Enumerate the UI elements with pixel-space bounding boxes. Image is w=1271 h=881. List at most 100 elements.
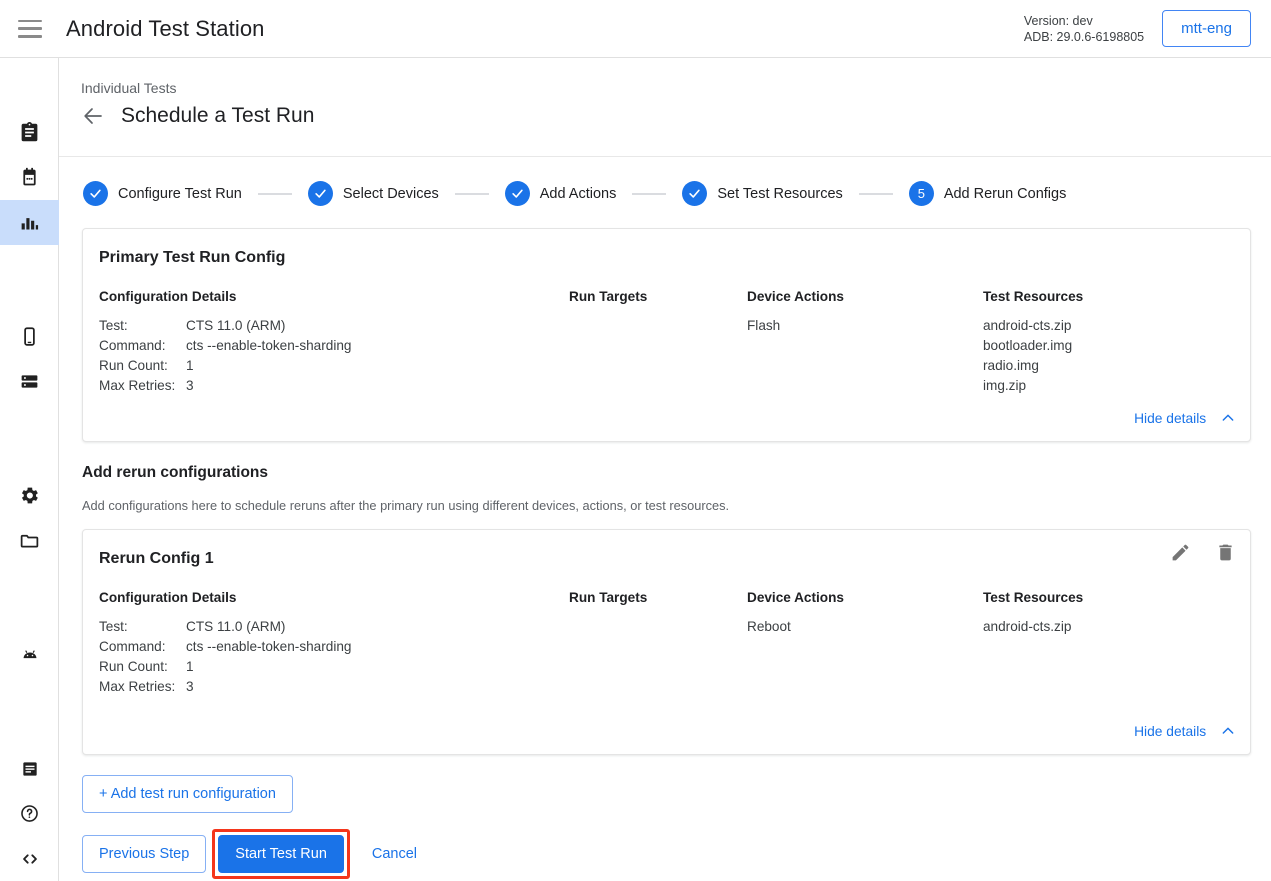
column-run-targets: Run Targets	[569, 267, 747, 396]
sidebar-item-hosts[interactable]	[0, 359, 59, 404]
test-resource-item: bootloader.img	[983, 336, 1234, 356]
sidebar-item-settings[interactable]	[0, 473, 59, 518]
detail-key: Command:	[99, 336, 186, 356]
sidebar-item-devices[interactable]	[0, 314, 59, 359]
folder-icon	[19, 530, 40, 551]
check-icon	[682, 181, 707, 206]
start-test-run-button[interactable]: Start Test Run	[218, 835, 344, 873]
sidebar-rail	[0, 58, 59, 881]
column-test-resources: Test Resources android-cts.zip	[983, 568, 1234, 697]
sidebar-item-notes[interactable]	[0, 746, 59, 791]
page-header: Individual Tests Schedule a Test Run	[59, 58, 1271, 157]
step-add-actions[interactable]: Add Actions	[505, 181, 617, 206]
page-title-row: Schedule a Test Run	[81, 104, 1271, 128]
detail-value: cts --enable-token-sharding	[186, 336, 351, 356]
sidebar-item-developer-tools[interactable]	[0, 836, 59, 881]
column-test-resources: Test Resources android-cts.zip bootloade…	[983, 267, 1234, 396]
test-resource-item: img.zip	[983, 376, 1234, 396]
step-set-test-resources[interactable]: Set Test Resources	[682, 181, 842, 206]
help-circle-icon	[19, 803, 40, 824]
detail-value: cts --enable-token-sharding	[186, 637, 351, 657]
notes-icon	[20, 759, 40, 779]
page-title: Schedule a Test Run	[121, 104, 314, 128]
step-connector	[258, 193, 292, 195]
detail-value: 3	[186, 677, 194, 697]
server-icon	[19, 371, 40, 392]
step-add-rerun-configs[interactable]: 5 Add Rerun Configs	[909, 181, 1067, 206]
sidebar-item-android-builds[interactable]	[0, 631, 59, 676]
rerun-config-card: Rerun Config 1 Configuration Details Tes…	[82, 529, 1251, 755]
sidebar-item-test-results[interactable]	[0, 200, 59, 245]
clipboard-icon	[19, 122, 40, 143]
sidebar-item-test-suites[interactable]	[0, 110, 59, 155]
app-title: Android Test Station	[66, 16, 265, 42]
detail-row: Test:CTS 11.0 (ARM)	[99, 617, 569, 637]
detail-value: CTS 11.0 (ARM)	[186, 316, 285, 336]
phone-icon	[19, 326, 40, 347]
step-connector	[859, 193, 893, 195]
detail-value: 3	[186, 376, 194, 396]
adb-line: ADB: 29.0.6-6198805	[1024, 29, 1144, 45]
add-test-run-configuration-button[interactable]: + Add test run configuration	[82, 775, 293, 813]
step-label: Add Actions	[540, 186, 617, 202]
step-label: Select Devices	[343, 186, 439, 202]
step-label: Configure Test Run	[118, 186, 242, 202]
account-button[interactable]: mtt-eng	[1162, 10, 1251, 47]
topbar-right-group: Version: dev ADB: 29.0.6-6198805 mtt-eng	[1024, 10, 1271, 47]
sidebar-item-file-browser[interactable]	[0, 518, 59, 563]
step-connector	[455, 193, 489, 195]
check-icon	[505, 181, 530, 206]
column-header: Test Resources	[983, 289, 1234, 304]
column-header: Run Targets	[569, 289, 747, 304]
rerun-section-description: Add configurations here to schedule reru…	[82, 498, 1271, 513]
column-run-targets: Run Targets	[569, 568, 747, 697]
trash-icon[interactable]	[1215, 542, 1236, 568]
column-header: Test Resources	[983, 590, 1234, 605]
chevron-up-icon	[1220, 410, 1236, 429]
sidebar-item-test-runs[interactable]	[0, 155, 59, 200]
wizard-actions-row: Previous Step Start Test Run Cancel	[82, 829, 1271, 879]
device-action-item: Flash	[747, 316, 983, 336]
hide-details-label: Hide details	[1134, 411, 1206, 426]
hamburger-menu-icon[interactable]	[18, 20, 42, 38]
test-resource-item: android-cts.zip	[983, 316, 1234, 336]
primary-test-run-config-card: Primary Test Run Config Configuration De…	[82, 228, 1251, 442]
detail-row: Command:cts --enable-token-sharding	[99, 336, 569, 356]
column-device-actions: Device Actions Flash	[747, 267, 983, 396]
hide-details-label: Hide details	[1134, 724, 1206, 739]
version-line: Version: dev	[1024, 13, 1144, 29]
check-icon	[308, 181, 333, 206]
column-header: Device Actions	[747, 289, 983, 304]
step-configure-test-run[interactable]: Configure Test Run	[83, 181, 242, 206]
device-action-item: Reboot	[747, 617, 983, 637]
pencil-icon[interactable]	[1170, 542, 1191, 568]
step-label: Set Test Resources	[717, 186, 842, 202]
column-configuration-details: Configuration Details Test:CTS 11.0 (ARM…	[99, 267, 569, 396]
version-info: Version: dev ADB: 29.0.6-6198805	[1024, 13, 1144, 45]
sidebar-item-help[interactable]	[0, 791, 59, 836]
add-config-row: + Add test run configuration	[82, 775, 1271, 813]
detail-key: Command:	[99, 637, 186, 657]
hide-details-toggle-rerun[interactable]: Hide details	[83, 701, 1250, 754]
previous-step-button[interactable]: Previous Step	[82, 835, 206, 873]
chevron-up-icon	[1220, 723, 1236, 742]
start-test-run-highlight: Start Test Run	[212, 829, 350, 879]
column-header: Run Targets	[569, 590, 747, 605]
detail-row: Test:CTS 11.0 (ARM)	[99, 316, 569, 336]
detail-row: Max Retries:3	[99, 677, 569, 697]
step-select-devices[interactable]: Select Devices	[308, 181, 439, 206]
detail-key: Run Count:	[99, 657, 186, 677]
test-resource-item: radio.img	[983, 356, 1234, 376]
test-resource-item: android-cts.zip	[983, 617, 1234, 637]
top-app-bar: Android Test Station Version: dev ADB: 2…	[0, 0, 1271, 58]
gear-icon	[19, 485, 40, 506]
rerun-config-card-actions	[1170, 542, 1236, 568]
card-title: Rerun Config 1	[99, 550, 1234, 568]
cancel-button[interactable]: Cancel	[356, 836, 433, 872]
rerun-section-heading: Add rerun configurations	[82, 464, 1271, 482]
column-device-actions: Device Actions Reboot	[747, 568, 983, 697]
arrow-left-icon[interactable]	[81, 104, 105, 128]
detail-key: Test:	[99, 617, 186, 637]
detail-row: Max Retries:3	[99, 376, 569, 396]
hide-details-toggle-primary[interactable]: Hide details	[83, 400, 1250, 441]
